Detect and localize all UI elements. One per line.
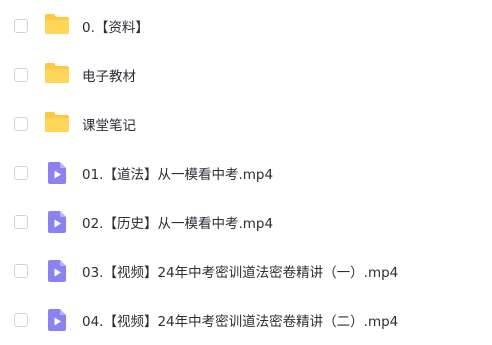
file-name[interactable]: 03.【视频】24年中考密训道法密卷精讲（一）.mp4 xyxy=(82,261,398,281)
file-name[interactable]: 电子教材 xyxy=(82,65,136,85)
list-item[interactable]: 0.【资料】 xyxy=(0,0,492,51)
folder-icon xyxy=(44,111,70,135)
list-item[interactable]: 02.【历史】从一模看中考.mp4 xyxy=(0,196,492,247)
video-file-icon xyxy=(47,308,67,332)
list-item[interactable]: 04.【视频】24年中考密训道法密卷精讲（二）.mp4 xyxy=(0,294,492,345)
row-checkbox[interactable] xyxy=(14,312,28,327)
file-list: 0.【资料】 电子教材 课堂笔记 01.【道法】从一模看中考.mp4 02.【历… xyxy=(0,0,492,331)
row-checkbox[interactable] xyxy=(14,116,28,131)
file-name[interactable]: 0.【资料】 xyxy=(82,16,149,36)
row-checkbox[interactable] xyxy=(14,67,28,82)
file-name[interactable]: 04.【视频】24年中考密训道法密卷精讲（二）.mp4 xyxy=(82,310,398,330)
file-name[interactable]: 02.【历史】从一模看中考.mp4 xyxy=(82,212,273,232)
list-item[interactable]: 01.【道法】从一模看中考.mp4 xyxy=(0,147,492,198)
row-checkbox[interactable] xyxy=(14,214,28,229)
video-file-icon xyxy=(47,259,67,283)
list-item[interactable]: 03.【视频】24年中考密训道法密卷精讲（一）.mp4 xyxy=(0,245,492,296)
list-item[interactable]: 电子教材 xyxy=(0,49,492,100)
video-file-icon xyxy=(47,161,67,185)
list-item[interactable]: 课堂笔记 xyxy=(0,98,492,149)
row-checkbox[interactable] xyxy=(14,165,28,180)
folder-icon xyxy=(44,62,70,86)
video-file-icon xyxy=(47,210,67,234)
row-checkbox[interactable] xyxy=(14,18,28,33)
folder-icon xyxy=(44,13,70,37)
file-name[interactable]: 课堂笔记 xyxy=(82,114,136,134)
row-checkbox[interactable] xyxy=(14,263,28,278)
file-name[interactable]: 01.【道法】从一模看中考.mp4 xyxy=(82,163,273,183)
